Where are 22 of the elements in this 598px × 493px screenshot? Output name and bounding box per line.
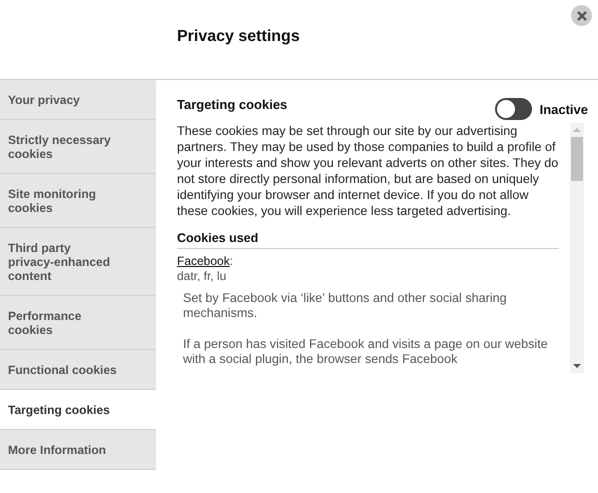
scroll-down-icon[interactable]: [573, 363, 581, 369]
section-heading: Targeting cookies: [177, 97, 288, 112]
sidebar-tab[interactable]: Third party privacy-enhanced content: [0, 228, 156, 296]
dialog-title: Privacy settings: [177, 28, 300, 46]
close-icon[interactable]: [571, 5, 592, 26]
description-text: These cookies may be set through our site by our advertising partners. They may be used by those companies to build a profile of your interests and show you relevant adverts on other sites. They do not store directly personal information, but are based on uniquely identifying your browser and internet device. If you do not allow these cookies, you will experience less targeted advertising.: [177, 123, 559, 219]
cookie-description: Set by Facebook via ‘like’ buttons and other social sharing mechanisms.: [183, 291, 508, 321]
cookie-names: datr, fr, lu: [177, 269, 228, 284]
cookie-description: If a person has visited Facebook and visits a page on our website with a social plugin, the browser sends Facebook: [183, 337, 549, 367]
colon-text: :: [230, 254, 234, 268]
toggle-label: Inactive: [540, 102, 588, 116]
scrollbar-track[interactable]: [570, 123, 584, 373]
scrollbar-thumb[interactable]: [571, 137, 583, 181]
sidebar-tab[interactable]: More Information: [0, 430, 156, 470]
sidebar-tab[interactable]: Your privacy: [0, 80, 156, 120]
sidebar-tab[interactable]: Strictly necessary cookies: [0, 120, 156, 174]
cookies-used-heading: Cookies used: [177, 231, 559, 249]
toggle-switch[interactable]: [494, 98, 532, 120]
sidebar-tab[interactable]: Performance cookies: [0, 296, 156, 350]
sidebar-tab[interactable]: Targeting cookies: [0, 390, 156, 430]
provider-link[interactable]: Facebook: [177, 254, 230, 268]
sidebar-tab[interactable]: Site monitoring cookies: [0, 174, 156, 228]
